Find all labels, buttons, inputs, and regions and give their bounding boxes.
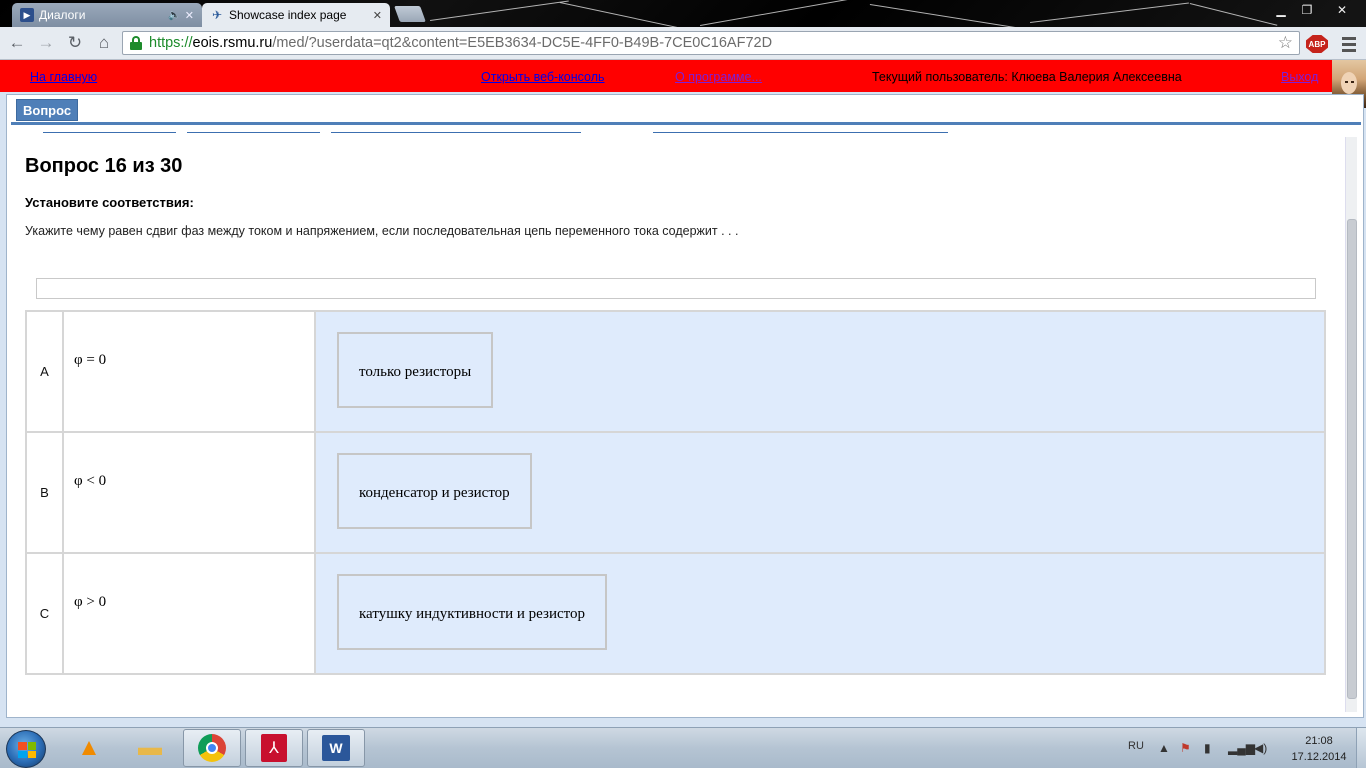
wallpaper-crack (430, 0, 569, 21)
show-desktop-button[interactable] (1356, 728, 1366, 768)
language-indicator[interactable]: RU (1128, 740, 1144, 752)
drop-zone[interactable]: только резисторы (314, 310, 1326, 433)
speaker-icon: 🔈 (168, 9, 181, 21)
row-letter: B (25, 431, 64, 554)
question-title: Вопрос 16 из 30 (25, 155, 183, 177)
browser-titlebar: ▶ Диалоги 🔈 ✕ ✈ Showcase index page ✕ ▁ … (0, 0, 1366, 27)
start-button[interactable] (6, 730, 46, 768)
lock-icon (129, 36, 143, 50)
bookmark-star-icon[interactable]: ☆ (1278, 33, 1293, 53)
network-signal-icon[interactable]: ▂▄▆ (1228, 741, 1255, 755)
system-clock[interactable]: 21:08 17.12.2014 (1286, 733, 1352, 765)
vlc-cone-icon: ▲ (77, 734, 101, 761)
nav-link-underline[interactable] (331, 132, 581, 133)
browser-toolbar: ← → ↻ ⌂ https://eois.rsmu.ru/med/?userda… (0, 27, 1366, 60)
wallpaper-crack (559, 2, 678, 27)
url-path: /med/?userdata=qt2&content=E5EB3634-DC5E… (272, 35, 773, 51)
drop-zone[interactable]: конденсатор и резистор (314, 431, 1326, 554)
reload-icon[interactable]: ↻ (63, 32, 87, 54)
url-scheme: https:// (149, 35, 193, 51)
word-icon: W (322, 735, 350, 761)
row-condition: φ > 0 (62, 552, 316, 675)
folder-icon: ▬ (138, 734, 162, 761)
tab-label: Showcase index page (229, 8, 347, 22)
web-console-link[interactable]: Открыть веб-консоль (481, 70, 605, 84)
top-navigation: На главную Открыть веб-консоль О програм… (0, 60, 1366, 92)
question-panel: Вопрос Вопрос 16 из 30 Установите соотве… (6, 94, 1364, 718)
answer-chip[interactable]: только резисторы (337, 332, 494, 408)
tab-question[interactable]: Вопрос (16, 99, 79, 121)
row-condition: φ = 0 (62, 310, 316, 433)
word-taskbar-button[interactable]: W (307, 729, 365, 767)
back-icon[interactable]: ← (5, 32, 29, 54)
vlc-taskbar-button[interactable]: ▲ (60, 729, 118, 767)
tab-showcase[interactable]: ✈ Showcase index page ✕ (202, 3, 390, 27)
about-link[interactable]: О программе... (675, 70, 762, 84)
new-tab-button[interactable] (394, 6, 426, 22)
volume-icon[interactable]: ◀) (1254, 741, 1267, 755)
clock-time: 21:08 (1305, 735, 1333, 747)
minimize-icon[interactable]: ▁ (1268, 0, 1294, 20)
wallpaper-crack (700, 0, 858, 26)
table-row: C φ > 0 катушку индуктивности и резистор (25, 552, 1326, 675)
close-icon[interactable]: ✕ (373, 9, 382, 22)
menu-icon[interactable] (1338, 33, 1360, 55)
close-window-icon[interactable]: ✕ (1322, 0, 1362, 20)
logout-link[interactable]: Выход (1281, 70, 1318, 84)
acrobat-taskbar-button[interactable]: ⅄ (245, 729, 303, 767)
chrome-taskbar-button[interactable] (183, 729, 241, 767)
home-link[interactable]: На главную (30, 70, 97, 84)
nav-link-underline[interactable] (653, 132, 948, 133)
answer-chip[interactable]: конденсатор и резистор (337, 453, 532, 529)
wallpaper-crack (1030, 2, 1189, 23)
wallpaper-crack (1189, 3, 1278, 26)
row-letter: C (25, 552, 64, 675)
nav-link-underline[interactable] (43, 132, 176, 133)
wallpaper-crack (869, 4, 1019, 27)
taskbar: ▲ ▬ ⅄ W RU ▲ ⚑ ▮ ▂▄▆ ◀) 21:08 17.12.2014 (0, 727, 1366, 768)
forward-icon[interactable]: → (34, 32, 58, 54)
answer-chip[interactable]: катушку индуктивности и резистор (337, 574, 607, 650)
tab-label: Диалоги (39, 8, 86, 22)
nav-link-underline[interactable] (187, 132, 320, 133)
tab-dialogs[interactable]: ▶ Диалоги 🔈 ✕ (12, 3, 202, 27)
play-icon: ▶ (20, 8, 34, 22)
drop-zone[interactable]: катушку индуктивности и резистор (314, 552, 1326, 675)
home-icon[interactable]: ⌂ (92, 32, 116, 54)
table-row: B φ < 0 конденсатор и резистор (25, 431, 1326, 554)
clock-date: 17.12.2014 (1291, 751, 1347, 763)
show-hidden-icons-icon[interactable]: ▲ (1158, 741, 1170, 755)
explorer-taskbar-button[interactable]: ▬ (121, 729, 179, 767)
web-page: На главную Открыть веб-консоль О програм… (0, 60, 1366, 727)
power-icon[interactable]: ▮ (1204, 741, 1211, 755)
question-content: Вопрос 16 из 30 Установите соответствия:… (7, 129, 1342, 717)
address-bar[interactable]: https://eois.rsmu.ru/med/?userdata=qt2&c… (122, 31, 1300, 55)
url-host: eois.rsmu.ru (192, 35, 273, 51)
action-center-icon[interactable]: ⚑ (1180, 741, 1191, 755)
chrome-icon (198, 734, 226, 762)
restore-icon[interactable]: ❐ (1294, 0, 1320, 20)
jetty-icon: ✈ (211, 8, 223, 22)
answer-drop-strip[interactable] (36, 278, 1316, 299)
row-condition: φ < 0 (62, 431, 316, 554)
close-icon[interactable]: ✕ (185, 9, 194, 22)
table-row: A φ = 0 только резисторы (25, 310, 1326, 433)
windows-logo-icon (18, 742, 36, 758)
current-user-label: Текущий пользователь: Клюева Валерия Але… (872, 70, 1182, 84)
row-letter: A (25, 310, 64, 433)
question-text: Укажите чему равен сдвиг фаз между током… (25, 224, 739, 238)
panel-divider (11, 122, 1361, 125)
question-instruction: Установите соответствия: (25, 195, 194, 210)
scrollbar-thumb[interactable] (1347, 219, 1357, 699)
matching-table: A φ = 0 только резисторы B φ < 0 конденс… (25, 310, 1326, 675)
vertical-scrollbar[interactable] (1345, 137, 1357, 712)
adblock-icon[interactable]: ABP (1306, 35, 1328, 53)
pdf-icon: ⅄ (261, 734, 287, 762)
